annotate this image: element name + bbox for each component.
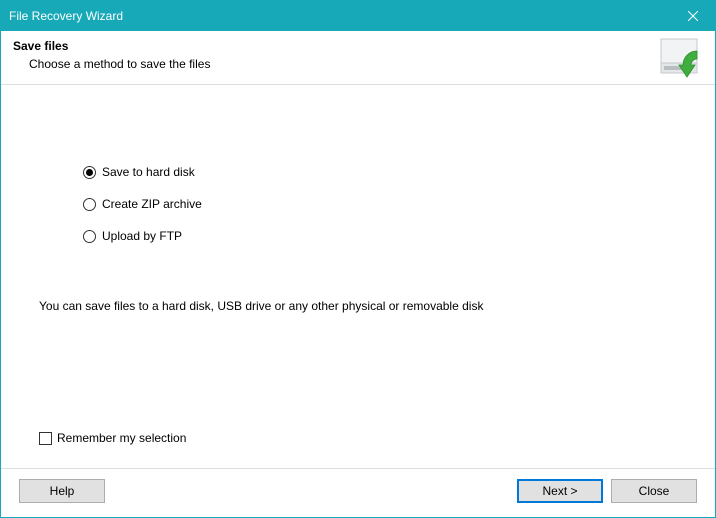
checkbox-box [39, 432, 52, 445]
button-label: Next > [542, 484, 577, 498]
page-title: Save files [13, 39, 703, 53]
radio-label: Save to hard disk [102, 165, 195, 179]
close-icon [688, 11, 698, 21]
wizard-header: Save files Choose a method to save the f… [1, 31, 715, 85]
radio-create-zip[interactable]: Create ZIP archive [83, 197, 677, 211]
button-label: Close [639, 484, 670, 498]
wizard-footer: Help Next > Close [1, 468, 715, 517]
radio-indicator [83, 198, 96, 211]
checkbox-label: Remember my selection [57, 431, 186, 445]
radio-indicator [83, 230, 96, 243]
next-button[interactable]: Next > [517, 479, 603, 503]
window-title: File Recovery Wizard [9, 9, 123, 23]
button-label: Help [50, 484, 75, 498]
close-window-button[interactable] [670, 1, 715, 31]
radio-save-hard-disk[interactable]: Save to hard disk [83, 165, 677, 179]
save-method-radio-group: Save to hard disk Create ZIP archive Upl… [83, 165, 677, 243]
remember-selection-checkbox[interactable]: Remember my selection [39, 431, 186, 445]
radio-label: Upload by FTP [102, 229, 182, 243]
help-button[interactable]: Help [19, 479, 105, 503]
close-button[interactable]: Close [611, 479, 697, 503]
method-hint-text: You can save files to a hard disk, USB d… [39, 299, 677, 313]
radio-indicator [83, 166, 96, 179]
radio-upload-ftp[interactable]: Upload by FTP [83, 229, 677, 243]
radio-label: Create ZIP archive [102, 197, 202, 211]
wizard-content: Save to hard disk Create ZIP archive Upl… [1, 85, 715, 457]
titlebar: File Recovery Wizard [1, 1, 715, 31]
page-subtitle: Choose a method to save the files [29, 57, 703, 71]
hard-disk-recover-icon [655, 35, 703, 79]
